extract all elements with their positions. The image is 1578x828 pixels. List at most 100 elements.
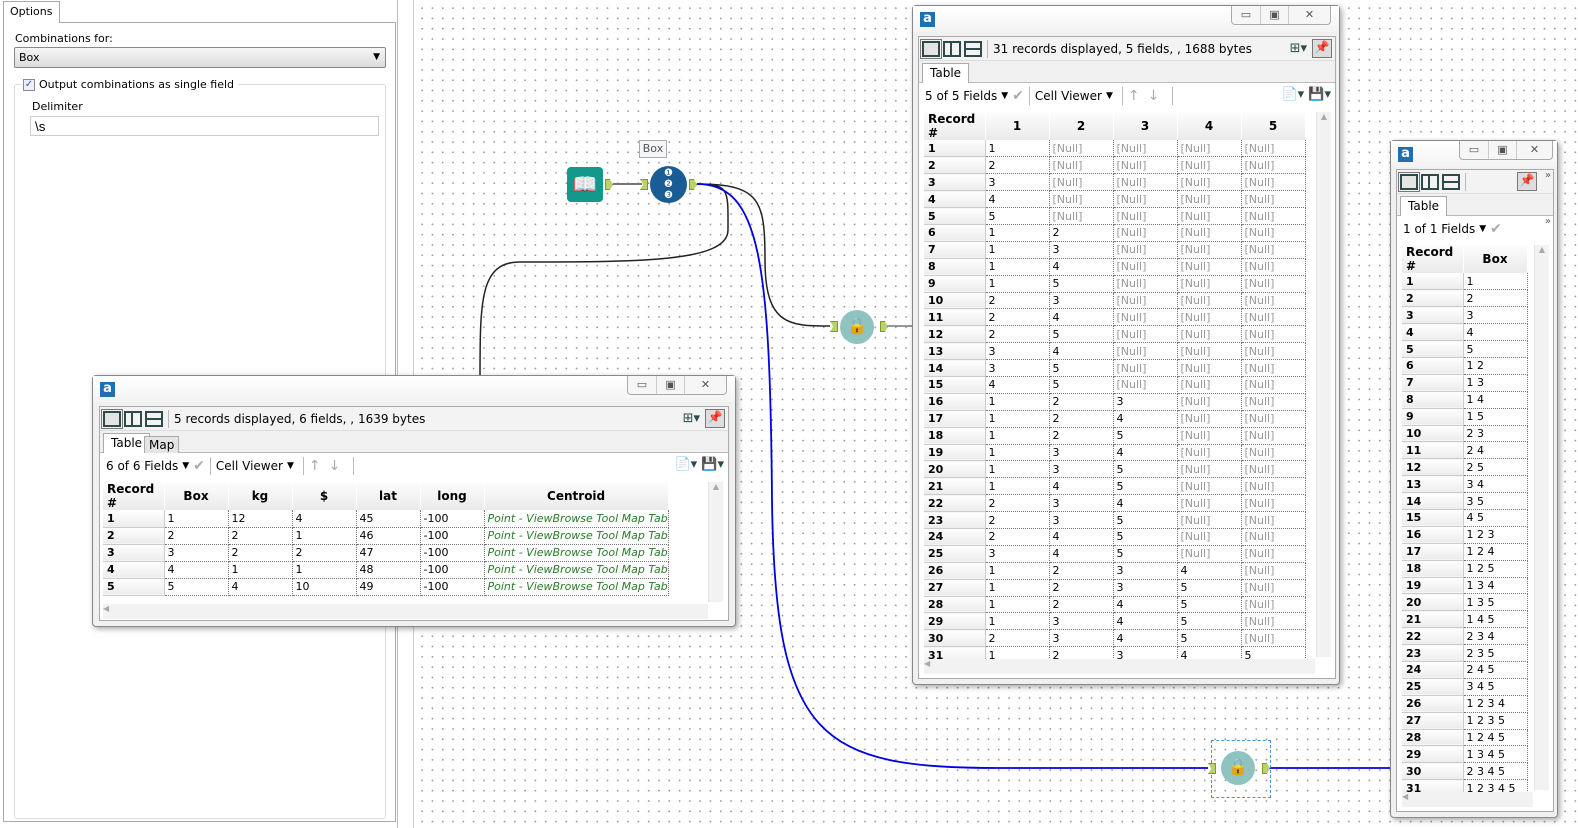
table-row[interactable]: 33 (1402, 306, 1528, 325)
table-row[interactable]: 55 (1402, 340, 1528, 358)
table-cell[interactable]: 10 (292, 578, 357, 596)
table-cell[interactable]: 3 (1113, 562, 1178, 580)
table-cell[interactable]: [Null] (1241, 460, 1306, 479)
table-cell[interactable]: 5 (1113, 545, 1178, 563)
table-cell[interactable]: [Null] (1177, 359, 1242, 377)
table-row[interactable]: 25 3 4 5 [Null] [Null] (924, 545, 1306, 563)
table-cell[interactable]: 5 (985, 207, 1050, 225)
table-cell[interactable]: 2 (1049, 393, 1114, 411)
table-cell[interactable]: [Null] (1241, 562, 1306, 580)
single-view-icon[interactable] (1398, 171, 1420, 192)
chevron-down-icon[interactable]: ▼ (1479, 224, 1486, 234)
table-cell[interactable]: Point - ViewBrowse Tool Map Tab (484, 544, 669, 562)
table-cell[interactable]: 1 (292, 527, 357, 545)
table-row[interactable]: 1 1 [Null] [Null] [Null] [Null] (924, 140, 1306, 158)
table-row[interactable]: 24 2 4 5 [Null] [Null] (924, 528, 1306, 546)
window-titlebar[interactable]: a ▭ ▣ ✕ (1391, 141, 1557, 167)
table-cell[interactable]: [Null] (1177, 376, 1242, 394)
table-row[interactable]: 16 1 2 3 [Null] [Null] (924, 393, 1306, 411)
table-cell[interactable]: 2 3 (1463, 425, 1528, 443)
split-horizontal-icon[interactable] (964, 40, 982, 57)
table-cell[interactable]: 45 (356, 510, 421, 528)
table-cell[interactable]: 3 (1049, 292, 1114, 310)
table-row[interactable]: 18 1 2 5 (1402, 560, 1528, 578)
table-cell[interactable]: 1 (985, 140, 1050, 158)
table-cell[interactable]: [Null] (1241, 156, 1306, 175)
table-row[interactable]: 25 3 4 5 (1402, 678, 1528, 696)
table-row[interactable]: 13 3 4 [Null] [Null] [Null] (924, 342, 1306, 361)
table-cell[interactable]: 4 (1049, 528, 1114, 546)
table-cell[interactable]: [Null] (1177, 156, 1242, 175)
table-cell[interactable]: 4 (1177, 562, 1242, 580)
table-cell[interactable]: 1 3 4 (1463, 577, 1528, 595)
table-row[interactable]: 8 1 4 [Null] [Null] [Null] (924, 258, 1306, 276)
table-cell[interactable]: [Null] (1177, 325, 1242, 344)
table-cell[interactable]: 4 (1463, 323, 1528, 342)
fields-selector[interactable]: 6 of 6 Fields (106, 459, 178, 473)
table-row[interactable]: 20 1 3 5 (1402, 593, 1528, 612)
table-cell[interactable]: Point - ViewBrowse Tool Map Tab (484, 578, 669, 596)
table-cell[interactable]: 2 (985, 292, 1050, 310)
table-cell[interactable]: 4 (1049, 258, 1114, 276)
table-cell[interactable]: [Null] (1113, 190, 1178, 209)
table-cell[interactable]: [Null] (1113, 207, 1178, 225)
table-cell[interactable]: 3 (1049, 460, 1114, 479)
table-row[interactable]: 2 2 [Null] [Null] [Null] [Null] (924, 156, 1306, 175)
column-header[interactable]: Record # (103, 482, 165, 510)
table-row[interactable]: 17 1 2 4 [Null] [Null] (924, 410, 1306, 428)
table-cell[interactable]: 5 (1177, 629, 1242, 648)
table-cell[interactable]: Point - ViewBrowse Tool Map Tab (484, 510, 669, 528)
table-cell[interactable]: [Null] (1177, 308, 1242, 327)
split-horizontal-icon[interactable] (1442, 173, 1460, 190)
table-cell[interactable]: 2 5 (1463, 458, 1528, 477)
table-cell[interactable]: [Null] (1241, 308, 1306, 327)
table-cell[interactable]: [Null] (1241, 612, 1306, 631)
table-cell[interactable]: [Null] (1177, 342, 1242, 361)
table-row[interactable]: 28 1 2 4 5 (1402, 729, 1528, 747)
table-cell[interactable]: 1 (985, 393, 1050, 411)
restore-button[interactable]: ▣ (1488, 141, 1516, 159)
table-cell[interactable]: [Null] (1177, 528, 1242, 546)
table-cell[interactable]: [Null] (1177, 207, 1242, 225)
table-row[interactable]: 26 1 2 3 4 (1402, 695, 1528, 713)
combinations-tool-icon[interactable]: ❶❷❸ (650, 166, 687, 203)
table-cell[interactable]: [Null] (1113, 292, 1178, 310)
table-cell[interactable]: [Null] (1241, 140, 1306, 158)
chevron-down-icon[interactable]: ▼ (1106, 91, 1113, 101)
window-titlebar[interactable]: a ▭ ▣ ✕ (913, 6, 1339, 32)
vertical-scrollbar[interactable]: ▲ (708, 482, 723, 602)
table-cell[interactable]: 2 (985, 156, 1050, 175)
table-cell[interactable]: 4 5 (1463, 509, 1528, 527)
column-header[interactable]: Record # (1402, 245, 1464, 273)
window-titlebar[interactable]: a ▭ ▣ ✕ (93, 376, 735, 402)
table-cell[interactable]: 3 (1049, 612, 1114, 631)
table-row[interactable]: 22 2 3 4 (1402, 627, 1528, 646)
browse-tool-icon[interactable]: 🔒 (840, 310, 874, 344)
table-cell[interactable]: 3 (164, 544, 229, 562)
table-cell[interactable]: 3 (1049, 494, 1114, 513)
table-cell[interactable]: 2 (1463, 289, 1528, 308)
table-cell[interactable]: 2 (1049, 596, 1114, 614)
table-cell[interactable]: -100 (420, 561, 485, 579)
table-cell[interactable]: [Null] (1241, 241, 1306, 259)
table-row[interactable]: 12 2 5 [Null] [Null] [Null] (924, 325, 1306, 344)
table-row[interactable]: 21 1 4 5 [Null] [Null] (924, 477, 1306, 496)
table-cell[interactable]: [Null] (1177, 444, 1242, 462)
table-cell[interactable]: 1 2 (1463, 357, 1528, 375)
single-view-icon[interactable] (920, 38, 942, 59)
table-cell[interactable]: [Null] (1177, 258, 1242, 276)
table-cell[interactable]: [Null] (1177, 545, 1242, 563)
overflow-chevron-icon[interactable]: » (1545, 170, 1551, 181)
table-row[interactable]: 5 5 4 10 49 -100 Point - ViewBrowse Tool Map T… (103, 578, 669, 596)
column-header[interactable]: Box (1463, 245, 1528, 273)
table-cell[interactable]: 1 2 3 5 (1463, 712, 1528, 730)
table-cell[interactable]: 2 (228, 527, 293, 545)
table-cell[interactable]: 4 (1049, 342, 1114, 361)
column-header[interactable]: kg (228, 482, 293, 510)
table-cell[interactable]: [Null] (1113, 173, 1178, 192)
table-row[interactable]: 10 2 3 (1402, 425, 1528, 443)
table-cell[interactable]: 1 (228, 561, 293, 579)
table-cell[interactable]: [Null] (1177, 292, 1242, 310)
table-cell[interactable]: 2 (1049, 224, 1114, 242)
wire-combo-to-browse-fields[interactable] (696, 183, 831, 327)
